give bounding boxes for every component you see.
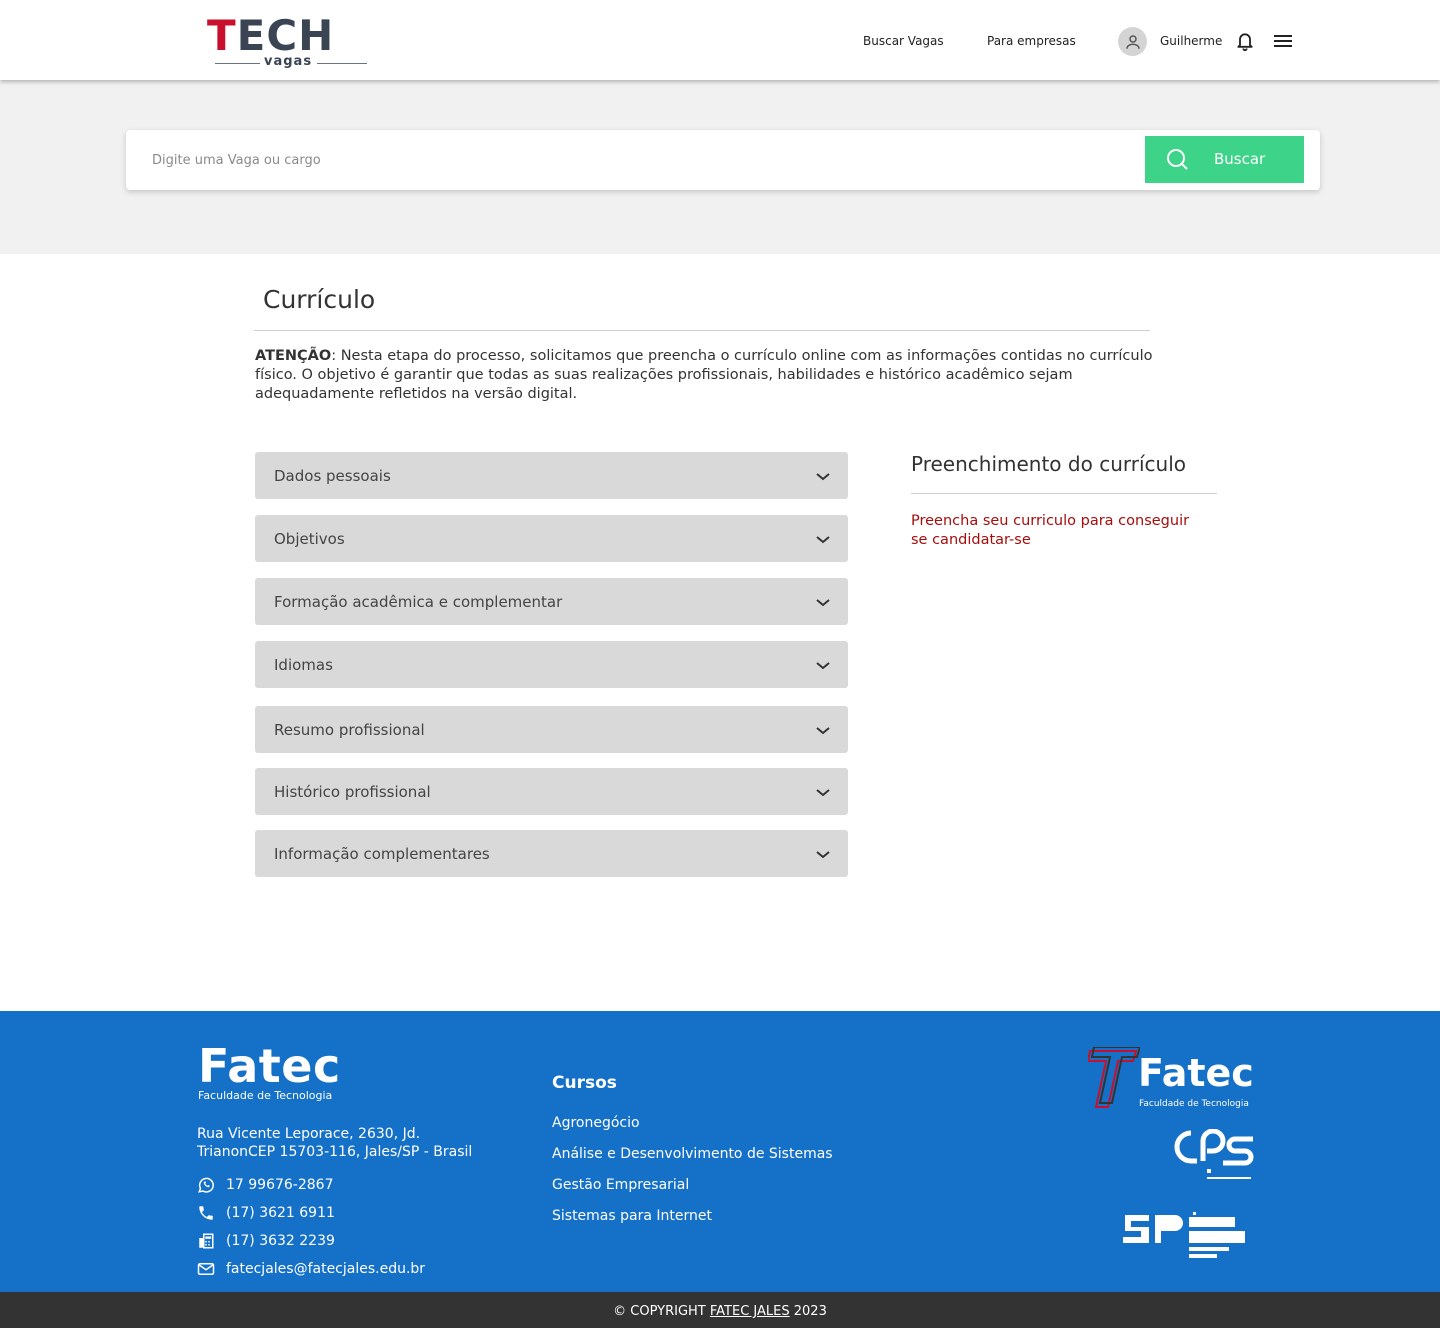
section-label: Informação complementares (274, 845, 490, 863)
search-button[interactable]: Buscar (1145, 136, 1304, 183)
phone-icon (197, 1204, 215, 1222)
search-icon (1165, 147, 1189, 174)
footer-address: Rua Vicente Leporace, 2630, Jd. TrianonC… (197, 1126, 473, 1160)
fatec-partner-word: Fatec (1138, 1051, 1254, 1095)
section-label: Histórico profissional (274, 783, 431, 801)
copyright-bar: © COPYRIGHT FATEC JALES 2023 (0, 1292, 1440, 1328)
whatsapp-icon (197, 1176, 215, 1194)
attention-notice: ATENÇÃO: Nesta etapa do processo, solici… (255, 347, 1155, 404)
search-button-label: Buscar (1214, 150, 1266, 168)
bell-icon[interactable] (1235, 30, 1255, 52)
chevron-down-icon (816, 789, 830, 797)
section-label: Formação acadêmica e complementar (274, 593, 563, 611)
page-title: Currículo (263, 285, 376, 314)
nav-para-empresas[interactable]: Para empresas (987, 34, 1076, 48)
section-resumo-profissional[interactable]: Resumo profissional (255, 706, 848, 753)
search-input[interactable] (140, 138, 1140, 182)
sidebar-title: Preenchimento do currículo (911, 452, 1186, 476)
logo-rule-right (317, 63, 367, 64)
section-historico-profissional[interactable]: Histórico profissional (255, 768, 848, 815)
section-label: Objetivos (274, 530, 345, 548)
logo-rule-left (215, 63, 260, 64)
logo-subtitle: vagas (264, 54, 313, 69)
fatec-t-emblem-icon (1086, 1046, 1142, 1108)
fatec-jales-link[interactable]: FATEC JALES (710, 1304, 790, 1319)
contact-text: 17 99676-2867 (226, 1177, 334, 1193)
chevron-down-icon (816, 727, 830, 735)
chevron-down-icon (816, 851, 830, 859)
section-idiomas[interactable]: Idiomas (255, 641, 848, 688)
title-divider (254, 330, 1150, 331)
course-link[interactable]: Sistemas para Internet (552, 1208, 712, 1224)
fatec-logo: Fatec Faculdade de Tecnologia (198, 1041, 341, 1102)
copyright-suffix: 2023 (789, 1304, 827, 1319)
chevron-down-icon (816, 536, 830, 544)
fatec-partner-logo: Fatec Faculdade de Tecnologia (1086, 1046, 1258, 1113)
site-footer: Fatec Faculdade de Tecnologia Rua Vicent… (0, 1011, 1440, 1292)
mail-icon (197, 1260, 215, 1278)
copyright-prefix: © COPYRIGHT (613, 1304, 710, 1319)
attention-label: ATENÇÃO (255, 348, 332, 364)
fatec-logo-word: Fatec (198, 1039, 341, 1093)
fatec-logo-subtitle: Faculdade de Tecnologia (198, 1089, 333, 1102)
contact-text: (17) 3632 2239 (226, 1233, 335, 1249)
section-dados-pessoais[interactable]: Dados pessoais (255, 452, 848, 499)
top-header: TECH vagas Buscar Vagas Para empresas Gu… (0, 0, 1440, 80)
contact-whatsapp[interactable]: 17 99676-2867 (197, 1176, 333, 1194)
section-label: Dados pessoais (274, 467, 391, 485)
sao-paulo-gov-logo-icon (1123, 1212, 1245, 1258)
fax-icon (197, 1232, 215, 1250)
user-name[interactable]: Guilherme (1160, 34, 1222, 48)
user-avatar-icon[interactable] (1118, 27, 1147, 56)
cps-logo-icon (1174, 1129, 1254, 1179)
course-link[interactable]: Gestão Empresarial (552, 1177, 689, 1193)
section-informacao-complementares[interactable]: Informação complementares (255, 830, 848, 877)
logo-wordmark: TECH (207, 11, 335, 60)
courses-title: Cursos (552, 1073, 617, 1093)
nav-buscar-vagas[interactable]: Buscar Vagas (863, 34, 944, 48)
search-box: Buscar (126, 130, 1320, 190)
section-label: Resumo profissional (274, 721, 425, 739)
chevron-down-icon (816, 473, 830, 481)
section-formacao[interactable]: Formação acadêmica e complementar (255, 578, 848, 625)
fatec-partner-subtitle: Faculdade de Tecnologia (1139, 1099, 1249, 1109)
contact-phone[interactable]: (17) 3621 6911 (197, 1204, 335, 1222)
sidebar-divider (911, 493, 1217, 494)
search-band: Buscar (0, 80, 1440, 254)
contact-text: fatecjales@fatecjales.edu.br (226, 1261, 426, 1277)
contact-fax[interactable]: (17) 3632 2239 (197, 1232, 335, 1250)
attention-text: : Nesta etapa do processo, solicitamos q… (255, 348, 1153, 402)
hamburger-menu-icon[interactable] (1273, 33, 1295, 49)
sidebar-warning-message: Preencha seu curriculo para conseguir se… (911, 513, 1190, 548)
contact-email[interactable]: fatecjales@fatecjales.edu.br (197, 1260, 425, 1278)
section-objetivos[interactable]: Objetivos (255, 515, 848, 562)
chevron-down-icon (816, 599, 830, 607)
chevron-down-icon (816, 662, 830, 670)
course-link[interactable]: Agronegócio (552, 1115, 640, 1131)
contact-text: (17) 3621 6911 (226, 1205, 335, 1221)
tech-vagas-logo[interactable]: TECH vagas (207, 14, 369, 72)
section-label: Idiomas (274, 656, 333, 674)
course-link[interactable]: Análise e Desenvolvimento de Sistemas (552, 1146, 833, 1162)
